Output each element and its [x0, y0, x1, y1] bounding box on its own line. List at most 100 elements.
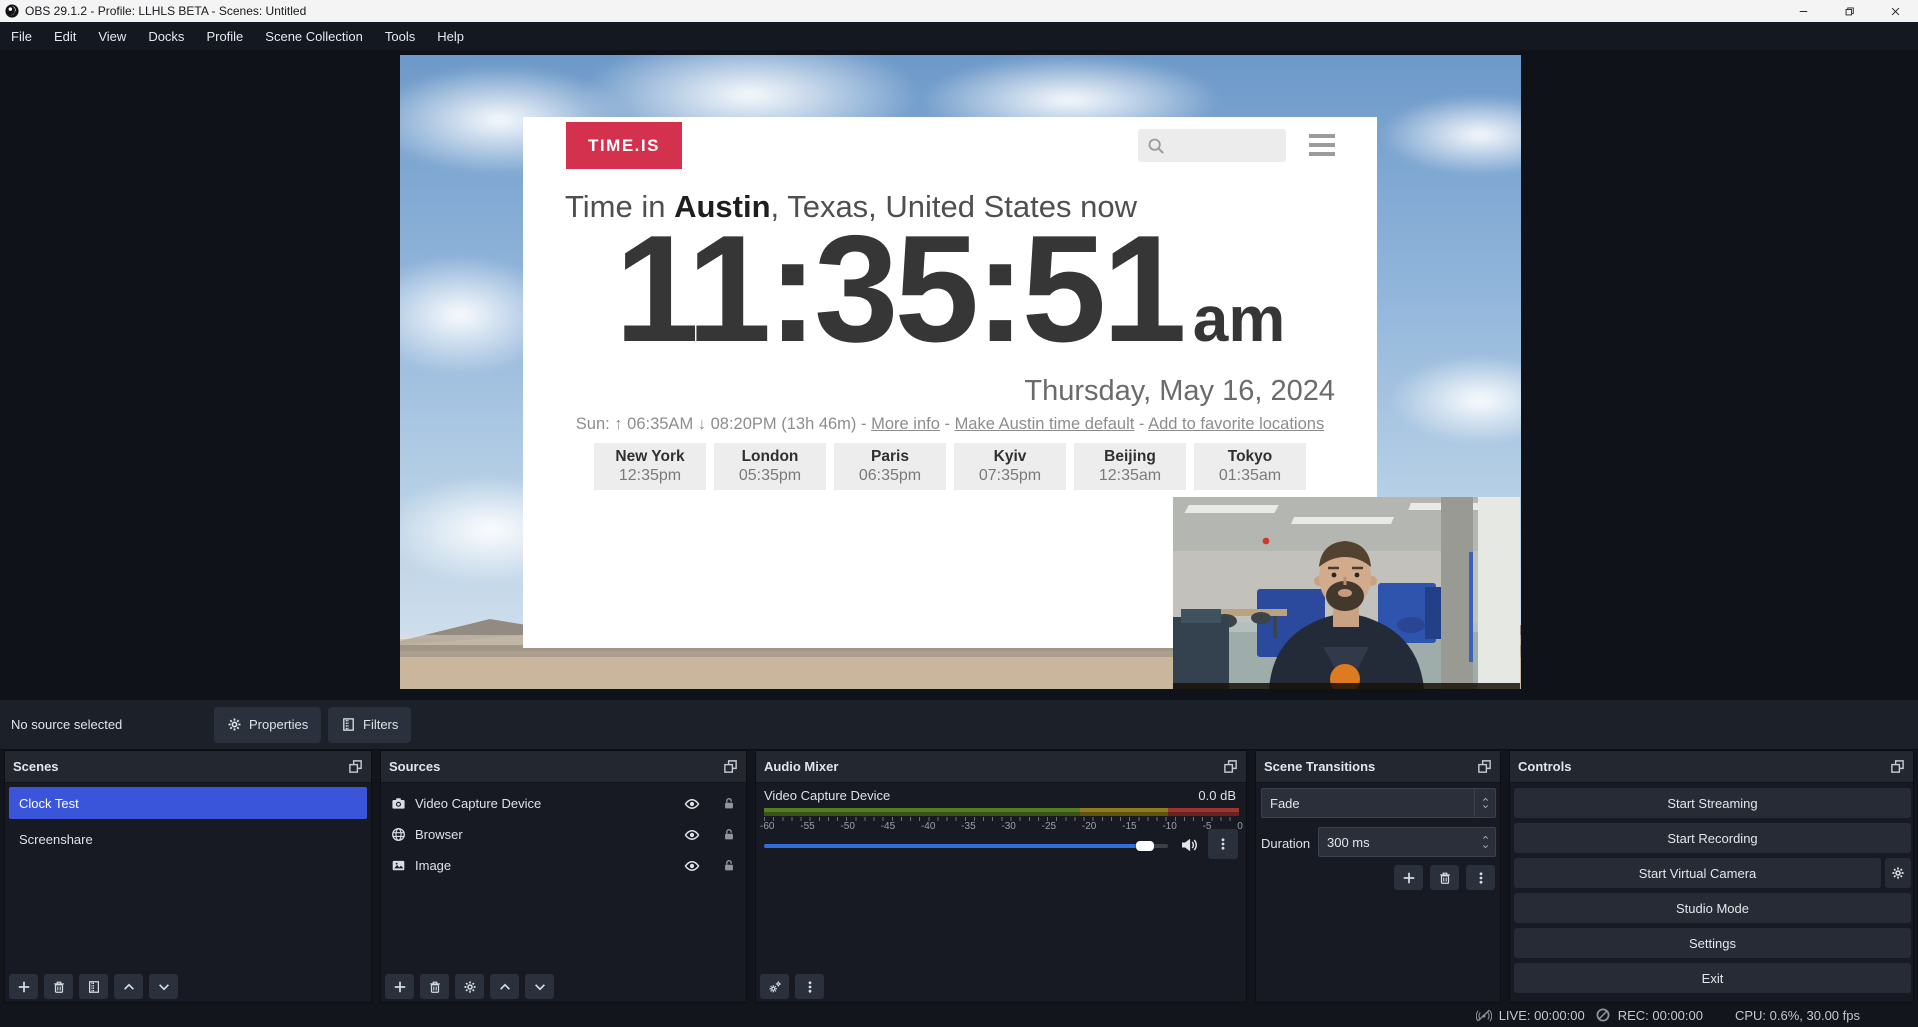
scene-filters-button[interactable] — [79, 974, 108, 999]
menu-item[interactable]: Profile — [195, 22, 254, 50]
restore-button[interactable] — [1826, 0, 1872, 22]
eye-icon[interactable] — [684, 827, 700, 843]
popout-icon[interactable] — [1223, 759, 1238, 774]
hamburger-menu-icon[interactable] — [1309, 134, 1335, 156]
city-name: Paris — [871, 447, 909, 466]
lock-icon[interactable] — [722, 827, 736, 842]
source-move-up-button[interactable] — [490, 974, 519, 999]
duration-spinner[interactable] — [1475, 828, 1495, 856]
menu-item[interactable]: Help — [426, 22, 475, 50]
control-button[interactable]: Settings — [1514, 928, 1911, 958]
control-button[interactable]: Exit — [1514, 963, 1911, 993]
sources-title: Sources — [389, 759, 440, 774]
timeis-link[interactable]: Make Austin time default — [955, 415, 1135, 433]
rec-status: REC: 00:00:00 — [1595, 1007, 1703, 1023]
close-button[interactable] — [1872, 0, 1918, 22]
timeis-link[interactable]: More info — [871, 415, 940, 433]
minimize-button[interactable] — [1780, 0, 1826, 22]
meter-tick-label: -25 — [1042, 821, 1056, 832]
city-name: New York — [615, 447, 684, 466]
meter-tick-label: -45 — [881, 821, 895, 832]
scene-move-down-button[interactable] — [149, 974, 178, 999]
obs-logo-icon — [5, 4, 19, 18]
menu-item[interactable]: Edit — [43, 22, 87, 50]
scenes-toolbar — [9, 974, 178, 999]
remove-source-button[interactable] — [420, 974, 449, 999]
add-source-button[interactable] — [385, 974, 414, 999]
chevron-down-icon — [157, 980, 171, 994]
city-time: 01:35am — [1219, 466, 1281, 486]
control-button[interactable]: Start Virtual Camera — [1514, 858, 1881, 888]
kebab-icon — [1474, 871, 1488, 885]
volume-meter — [764, 808, 1239, 816]
speaker-icon[interactable] — [1180, 836, 1198, 854]
sources-dock: Sources Video Capture Device — [380, 750, 747, 1003]
timeis-link[interactable]: Add to favorite locations — [1148, 415, 1324, 433]
source-item[interactable]: Video Capture Device — [381, 788, 746, 819]
city-time-box[interactable]: Tokyo 01:35am — [1194, 443, 1306, 490]
program-canvas[interactable]: TIME.IS Time in Austin, Texas, United St… — [400, 55, 1521, 689]
mixer-channel-menu-button[interactable] — [1208, 829, 1238, 859]
properties-button[interactable]: Properties — [214, 707, 321, 743]
remove-transition-button[interactable] — [1430, 865, 1459, 890]
camera-icon — [391, 796, 406, 811]
popout-icon[interactable] — [1477, 759, 1492, 774]
source-item[interactable]: Browser — [381, 819, 746, 850]
source-move-down-button[interactable] — [525, 974, 554, 999]
filters-button[interactable]: Filters — [328, 707, 411, 743]
city-time-box[interactable]: Paris 06:35pm — [834, 443, 946, 490]
gear-icon — [463, 980, 477, 994]
city-time-box[interactable]: Kyiv 07:35pm — [954, 443, 1066, 490]
eye-icon[interactable] — [684, 796, 700, 812]
scene-item[interactable]: Clock Test — [9, 787, 367, 819]
scene-item[interactable]: Screenshare — [9, 823, 367, 855]
menu-item[interactable]: Scene Collection — [254, 22, 374, 50]
virtual-camera-config-button[interactable] — [1885, 858, 1911, 888]
meter-tick-label: -10 — [1162, 821, 1176, 832]
advanced-audio-button[interactable] — [760, 974, 789, 999]
remove-scene-button[interactable] — [44, 974, 73, 999]
city-time-box[interactable]: London 05:35pm — [714, 443, 826, 490]
kebab-icon — [1216, 837, 1230, 851]
duration-spinbox[interactable]: 300 ms — [1318, 827, 1496, 857]
control-button[interactable]: Studio Mode — [1514, 893, 1911, 923]
popout-icon[interactable] — [1890, 759, 1905, 774]
mixer-toolbar — [760, 974, 824, 999]
transition-menu-button[interactable] — [1466, 865, 1495, 890]
control-button[interactable]: Start Recording — [1514, 823, 1911, 853]
timeis-logo[interactable]: TIME.IS — [566, 122, 682, 169]
menu-item[interactable]: Tools — [374, 22, 426, 50]
restore-icon — [1844, 6, 1855, 17]
city-time-box[interactable]: Beijing 12:35am — [1074, 443, 1186, 490]
popout-icon[interactable] — [348, 759, 363, 774]
scenes-dock: Scenes Clock TestScreenshare — [4, 750, 372, 1003]
lock-icon[interactable] — [722, 796, 736, 811]
timeis-search-box[interactable] — [1138, 129, 1286, 162]
menu-item[interactable]: View — [87, 22, 137, 50]
control-button[interactable]: Start Streaming — [1514, 788, 1911, 818]
volume-slider-handle[interactable] — [1136, 841, 1154, 851]
add-transition-button[interactable] — [1394, 865, 1423, 890]
transition-select[interactable]: Fade — [1261, 788, 1496, 818]
add-icon — [1402, 871, 1416, 885]
mixer-menu-button[interactable] — [795, 974, 824, 999]
chevron-up-icon — [1481, 796, 1490, 803]
menu-item[interactable]: File — [0, 22, 43, 50]
eye-icon[interactable] — [684, 858, 700, 874]
lock-icon[interactable] — [722, 858, 736, 873]
duration-value: 300 ms — [1327, 835, 1370, 850]
volume-slider[interactable] — [764, 839, 1168, 853]
source-item[interactable]: Image — [381, 850, 746, 881]
scene-move-up-button[interactable] — [114, 974, 143, 999]
source-properties-button[interactable] — [455, 974, 484, 999]
webcam-overlay[interactable] — [1173, 497, 1520, 689]
live-status: LIVE: 00:00:00 — [1476, 1007, 1585, 1023]
status-bar: LIVE: 00:00:00 REC: 00:00:00 CPU: 0.6%, … — [0, 1003, 1918, 1027]
city-time-box[interactable]: New York 12:35pm — [594, 443, 706, 490]
add-scene-button[interactable] — [9, 974, 38, 999]
popout-icon[interactable] — [723, 759, 738, 774]
transition-select-spinner[interactable] — [1474, 789, 1495, 817]
clock-digits: 11:35:51 — [615, 213, 1183, 365]
sources-toolbar — [385, 974, 554, 999]
menu-item[interactable]: Docks — [137, 22, 195, 50]
